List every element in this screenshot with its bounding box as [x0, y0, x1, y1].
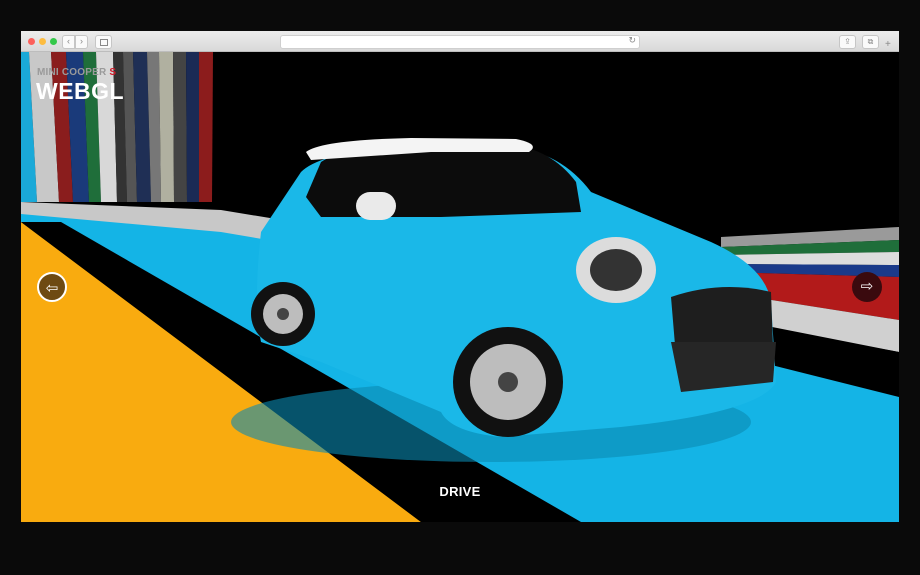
arrow-left-icon: ⇦: [45, 280, 59, 297]
sidebar-toggle-button[interactable]: [95, 35, 112, 49]
new-tab-button[interactable]: +: [885, 39, 891, 50]
zoom-window-button[interactable]: [50, 38, 57, 45]
arrow-right-icon: ⇨: [860, 278, 874, 295]
car-scene: [21, 52, 899, 522]
browser-window: ‹ › ↻ ⇪ ⧉ + MINI COOPER S WEBGL ⇦ ⇨ DRIV…: [21, 31, 899, 522]
prev-arrow-button[interactable]: ⇦: [37, 272, 67, 302]
sidebar-icon: [100, 39, 108, 46]
brand-suffix: S: [109, 67, 117, 78]
forward-button[interactable]: ›: [75, 35, 88, 49]
share-button[interactable]: ⇪: [839, 35, 856, 49]
close-window-button[interactable]: [28, 38, 35, 45]
brand-subtitle: MINI COOPER S: [37, 67, 116, 78]
next-arrow-button[interactable]: ⇨: [852, 272, 882, 302]
brand-prefix: MINI COOPER: [37, 67, 107, 78]
page-title: WEBGL: [36, 78, 125, 104]
minimize-window-button[interactable]: [39, 38, 46, 45]
drive-button[interactable]: DRIVE: [433, 484, 487, 499]
webgl-viewport[interactable]: MINI COOPER S WEBGL ⇦ ⇨ DRIVE: [21, 52, 899, 522]
show-tabs-button[interactable]: ⧉: [862, 35, 879, 49]
address-bar[interactable]: ↻: [280, 35, 640, 49]
reload-icon[interactable]: ↻: [628, 35, 636, 46]
back-button[interactable]: ‹: [62, 35, 75, 49]
browser-toolbar: ‹ › ↻ ⇪ ⧉ +: [21, 31, 899, 52]
